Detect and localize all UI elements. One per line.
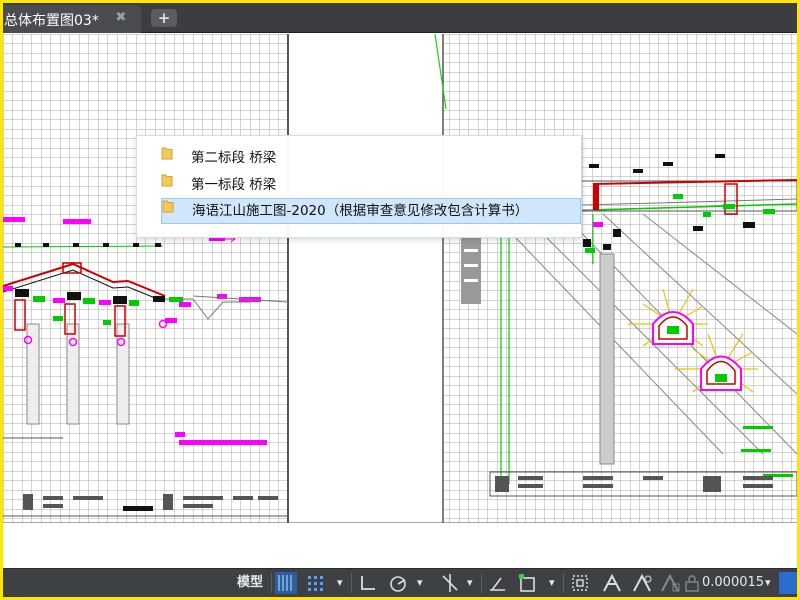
canvas-margin <box>3 523 797 568</box>
folder-label: 第一标段 桥梁 <box>191 177 277 193</box>
folder-label: 第二标段 桥梁 <box>191 150 277 166</box>
tab-title: 总体布置图03* <box>4 13 99 29</box>
grid-middle <box>288 34 443 523</box>
new-tab-button[interactable]: + <box>151 9 177 27</box>
list-item-selected[interactable]: 海语江山施工图-2020（根据审查意见修改包含计算书） <box>161 198 581 224</box>
document-tab-bar: 总体布置图03* ✖ + <box>3 3 797 33</box>
model-tab[interactable]: 模型 <box>237 572 263 594</box>
tab-drawing[interactable]: 总体布置图03* ✖ <box>3 5 141 33</box>
folder-label: 海语江山施工图-2020（根据审查意见修改包含计算书） <box>192 203 529 219</box>
drawing-canvas[interactable]: 第二标段 桥梁 第一标段 桥梁 海语江山施工图-2020（根据审查意见修改包含计… <box>3 34 797 523</box>
isodraft-dropdown[interactable]: ▾ <box>467 572 473 594</box>
close-tab-icon[interactable]: ✖ <box>113 10 129 26</box>
workspace-switch-icon[interactable] <box>779 572 797 594</box>
status-bar: 模型 ▾ ▾ ▾ ▾ 0.000015 ▾ <box>3 568 797 597</box>
polar-tracking-icon[interactable] <box>387 572 409 594</box>
snap-mode-icon[interactable] <box>305 572 327 594</box>
app-window: 总体布置图03* ✖ + 第二标段 桥梁 第一标段 桥梁 海语江山施工图-202… <box>3 3 797 597</box>
ortho-mode-icon[interactable] <box>357 572 379 594</box>
grid-display-icon[interactable] <box>275 572 297 594</box>
polar-dropdown[interactable]: ▾ <box>417 572 423 594</box>
auto-scale-icon[interactable] <box>631 572 653 594</box>
isodraft-icon[interactable] <box>439 572 461 594</box>
snap-dropdown[interactable]: ▾ <box>337 572 343 594</box>
scale-dropdown[interactable]: ▾ <box>765 572 771 594</box>
folder-icon <box>161 174 173 187</box>
folder-icon <box>162 200 174 213</box>
annotation-scale-icon[interactable] <box>659 572 681 594</box>
cad-drawing <box>3 34 797 523</box>
annotation-visibility-icon[interactable] <box>601 572 623 594</box>
object-snap-icon[interactable] <box>517 572 539 594</box>
scale-value[interactable]: 0.000015 <box>702 572 764 594</box>
osnap-dropdown[interactable]: ▾ <box>549 572 555 594</box>
folder-list-popup: 第二标段 桥梁 第一标段 桥梁 海语江山施工图-2020（根据审查意见修改包含计… <box>136 135 582 238</box>
lock-ui-icon[interactable] <box>681 572 703 594</box>
list-item[interactable]: 第二标段 桥梁 <box>161 146 581 170</box>
list-item[interactable]: 第一标段 桥梁 <box>161 173 581 197</box>
selection-cycling-icon[interactable] <box>569 572 591 594</box>
folder-icon <box>161 147 173 160</box>
object-snap-tracking-icon[interactable] <box>487 572 509 594</box>
